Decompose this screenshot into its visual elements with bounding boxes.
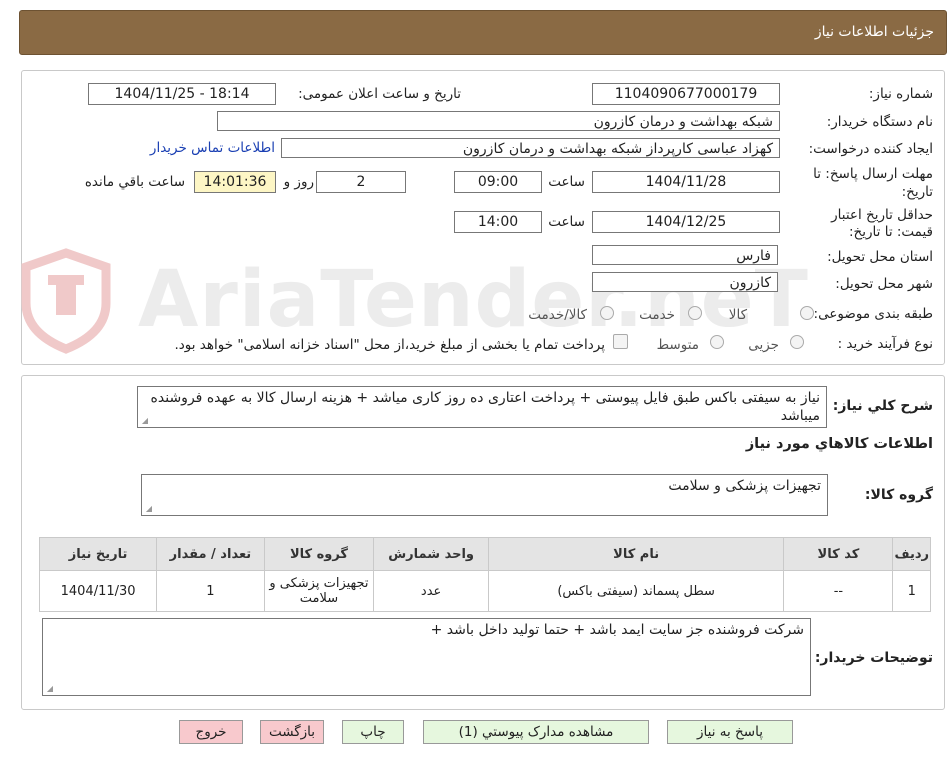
category-option-goods: کالا xyxy=(728,307,747,323)
col-header-quantity: تعداد / مقدار xyxy=(156,537,265,571)
deadline-time-label: ساعت xyxy=(548,174,585,190)
category-option-service: خدمت xyxy=(639,307,675,323)
days-remaining-field: 2 xyxy=(316,171,406,193)
announce-datetime-field: 1404/11/25 - 18:14 xyxy=(88,83,276,105)
process-label: نوع فرآیند خرید : xyxy=(837,336,933,352)
view-attachments-button[interactable]: مشاهده مدارک پيوستي (1) xyxy=(423,720,649,744)
description-text: نیاز به سیفتی باکس طبق فایل پیوستی + پرد… xyxy=(150,390,820,424)
need-number-field: 1104090677000179 xyxy=(592,83,780,105)
validity-label-date: قیمت: تا تاریخ: xyxy=(849,224,933,240)
days-label: روز و xyxy=(283,174,314,190)
buyer-org-field: شبکه بهداشت و درمان کازرون xyxy=(217,111,780,131)
buyer-notes-label: توضيحات خريدار: xyxy=(814,650,933,666)
page-header: جزئیات اطلاعات نیاز xyxy=(19,10,947,55)
back-button[interactable]: بازگشت xyxy=(260,720,324,744)
watermark-text: AriaTender.neT xyxy=(138,255,809,345)
city-field: کازرون xyxy=(592,272,778,292)
description-textarea[interactable]: نیاز به سیفتی باکس طبق فایل پیوستی + پرد… xyxy=(137,386,827,428)
col-header-row-number: رديف xyxy=(892,537,931,571)
need-number-label: شماره نیاز: xyxy=(868,86,933,102)
goods-group-textarea[interactable]: تجهیزات پزشکی و سلامت ◢ xyxy=(141,474,828,516)
cell-unit: عدد xyxy=(373,570,489,612)
province-label: استان محل تحویل: xyxy=(827,249,933,265)
category-option-goods-service: کالا/خدمت xyxy=(528,307,587,323)
col-header-item-code: کد کالا xyxy=(783,537,894,571)
resize-grip-icon[interactable]: ◢ xyxy=(45,685,53,693)
cell-item-group: تجهیزات پزشکی و سلامت xyxy=(263,570,375,612)
page-title: جزئیات اطلاعات نیاز xyxy=(814,24,934,40)
exit-button[interactable]: خروج xyxy=(179,720,243,744)
treasury-checkbox[interactable] xyxy=(613,334,628,349)
cell-row-number: 1 xyxy=(892,570,931,612)
resize-grip-icon[interactable]: ◢ xyxy=(140,417,148,425)
province-field: فارس xyxy=(592,245,778,265)
items-table: رديف کد کالا نام کالا واحد شمارش گروه کا… xyxy=(38,537,931,612)
deadline-label: مهلت ارسال پاسخ: تا xyxy=(813,166,933,182)
process-radio-minor[interactable] xyxy=(790,335,804,349)
table-header-row: رديف کد کالا نام کالا واحد شمارش گروه کا… xyxy=(38,537,931,571)
col-header-need-date: تاريخ نياز xyxy=(38,537,158,571)
creator-label: ایجاد کننده درخواست: xyxy=(808,141,933,157)
reply-button[interactable]: پاسخ به نياز xyxy=(667,720,793,744)
validity-time-field: 14:00 xyxy=(454,211,542,233)
buyer-notes-textarea[interactable]: شرکت فروشنده جز سایت ایمد باشد + حتما تو… xyxy=(42,618,811,696)
category-radio-service[interactable] xyxy=(688,306,702,320)
buyer-notes-text: شرکت فروشنده جز سایت ایمد باشد + حتما تو… xyxy=(430,622,804,638)
buyer-org-label: نام دستگاه خریدار: xyxy=(826,114,933,130)
deadline-date-field: 1404/11/28 xyxy=(592,171,780,193)
goods-group-text: تجهیزات پزشکی و سلامت xyxy=(668,478,821,494)
validity-date-field: 1404/12/25 xyxy=(592,211,780,233)
deadline-label-date: تاریخ: xyxy=(901,184,933,200)
deadline-time-field: 09:00 xyxy=(454,171,542,193)
cell-item-name: سطل پسماند (سیفتی باکس) xyxy=(487,570,785,612)
treasury-note: پرداخت تمام یا بخشی از مبلغ خرید،از محل … xyxy=(174,337,605,353)
validity-time-label: ساعت xyxy=(548,214,585,230)
col-header-item-group: گروه کالا xyxy=(263,537,375,571)
print-button[interactable]: چاپ xyxy=(342,720,404,744)
resize-grip-icon[interactable]: ◢ xyxy=(144,505,152,513)
description-label: شرح کلي نياز: xyxy=(832,398,933,414)
goods-info-title: اطلاعات کالاهاي مورد نياز xyxy=(745,436,933,452)
buyer-contact-link[interactable]: اطلاعات تماس خریدار xyxy=(150,140,275,156)
category-radio-goods[interactable] xyxy=(800,306,814,320)
cell-item-code: -- xyxy=(783,570,894,612)
creator-field: کهزاد عباسی کارپرداز شبکه بهداشت و درمان… xyxy=(281,138,780,158)
remaining-time-field: 14:01:36 xyxy=(194,171,276,193)
category-radio-goods-service[interactable] xyxy=(600,306,614,320)
validity-label: حداقل تاریخ اعتبار xyxy=(831,207,933,223)
process-radio-medium[interactable] xyxy=(710,335,724,349)
remaining-label: ساعت باقي مانده xyxy=(84,174,185,190)
process-option-minor: جزیی xyxy=(748,337,779,353)
table-row: 1 -- سطل پسماند (سیفتی باکس) عدد تجهیزات… xyxy=(38,570,931,612)
col-header-item-name: نام کالا xyxy=(487,537,785,571)
city-label: شهر محل تحویل: xyxy=(835,276,933,292)
announce-label: تاریخ و ساعت اعلان عمومی: xyxy=(298,86,461,102)
category-label: طبقه بندی موضوعی: xyxy=(813,306,933,322)
cell-quantity: 1 xyxy=(156,570,265,612)
cell-need-date: 1404/11/30 xyxy=(38,570,158,612)
goods-group-label: گروه کالا: xyxy=(864,487,933,503)
col-header-unit: واحد شمارش xyxy=(373,537,489,571)
process-option-medium: متوسط xyxy=(656,337,699,353)
